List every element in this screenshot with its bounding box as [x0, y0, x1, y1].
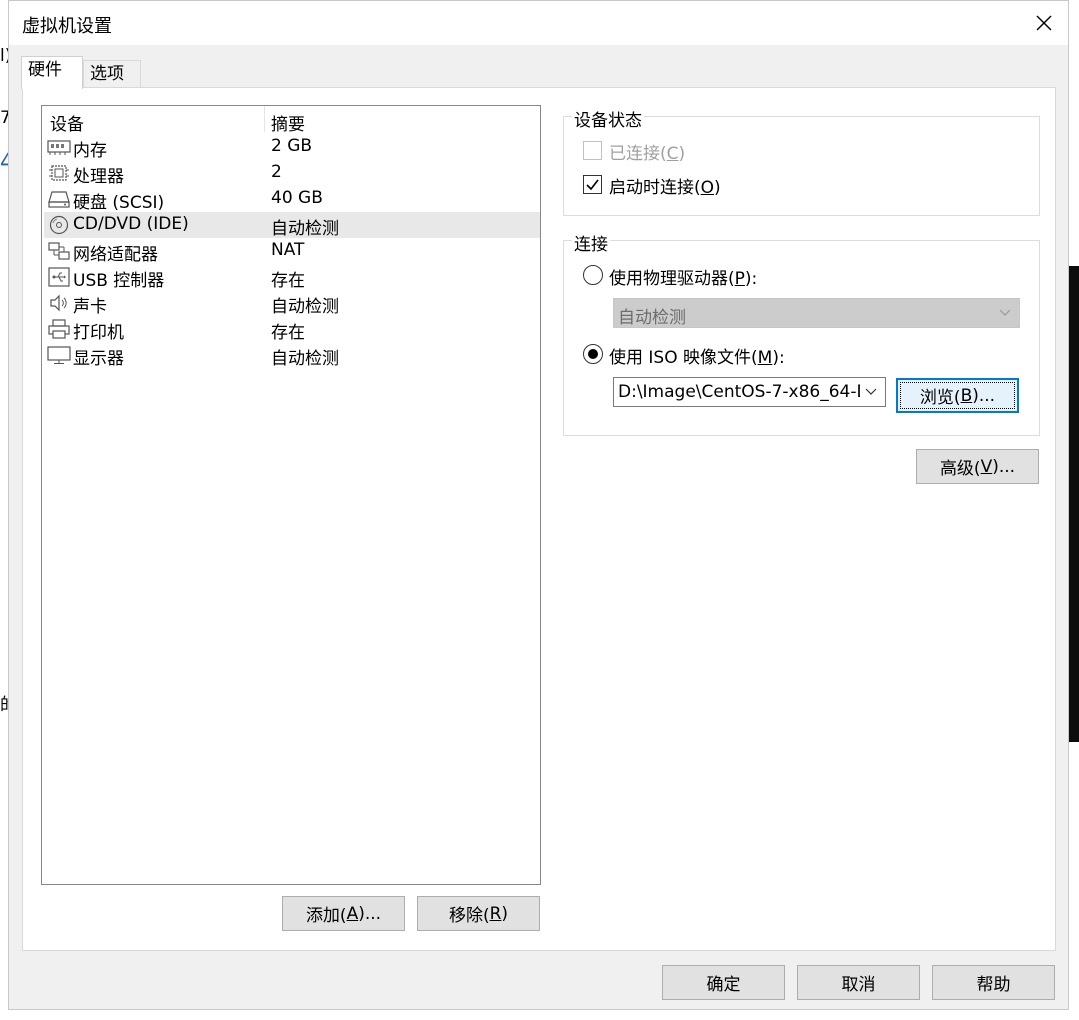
iso-path-value: D:\Image\CentOS-7-x86_64-DVD-2009.iso — [618, 382, 860, 402]
physical-drive-label: 使用物理驱动器(P): — [609, 269, 758, 289]
connected-label: 已连接(C) — [609, 144, 686, 164]
device-summary: 自动检测 — [271, 219, 339, 239]
device-name: 打印机 — [73, 323, 124, 343]
memory-icon — [47, 137, 71, 157]
device-list[interactable]: 设备 摘要 内存 2 GB 处理器 2 硬盘 (SCSI) 40 GB CD/D… — [41, 105, 541, 885]
device-row-printer[interactable]: 打印机 存在 — [44, 316, 540, 343]
network-adapter-icon — [47, 241, 71, 261]
device-row-memory[interactable]: 内存 2 GB — [44, 134, 540, 161]
browse-button[interactable]: 浏览(B)... — [896, 378, 1019, 413]
device-summary: 2 GB — [271, 136, 313, 156]
display-icon — [47, 345, 71, 365]
device-row-network-adapter[interactable]: 网络适配器 NAT — [44, 238, 540, 265]
close-button[interactable] — [1020, 1, 1068, 45]
printer-icon — [47, 319, 71, 339]
device-summary: 2 — [271, 162, 282, 182]
device-summary: 自动检测 — [271, 349, 339, 369]
physical-drive-radio[interactable] — [583, 265, 603, 285]
device-name: 网络适配器 — [73, 245, 158, 265]
iso-image-label: 使用 ISO 映像文件(M): — [609, 348, 785, 368]
connection-group: 连接 使用物理驱动器(P): 自动检测 使用 ISO 映像文件(M): D:\I… — [563, 230, 1040, 436]
device-name: 声卡 — [73, 297, 107, 317]
iso-path-combo[interactable]: D:\Image\CentOS-7-x86_64-DVD-2009.iso — [613, 377, 886, 407]
device-row-usb[interactable]: USB 控制器 存在 — [44, 264, 540, 291]
cancel-button[interactable]: 取消 — [797, 965, 920, 1000]
sound-card-icon — [47, 293, 71, 313]
connected-checkbox[interactable] — [583, 141, 602, 160]
device-status-title: 设备状态 — [572, 106, 644, 131]
device-name: 显示器 — [73, 349, 124, 369]
remove-button[interactable]: 移除(R) — [417, 896, 540, 931]
device-status-group: 设备状态 已连接(C) 启动时连接(O) — [563, 106, 1040, 216]
device-name: USB 控制器 — [73, 271, 165, 291]
hardware-panel: 设备 摘要 内存 2 GB 处理器 2 硬盘 (SCSI) 40 GB CD/D… — [22, 87, 1056, 951]
physical-drive-value: 自动检测 — [618, 308, 686, 328]
device-row-sound-card[interactable]: 声卡 自动检测 — [44, 290, 540, 317]
device-row-hard-disk[interactable]: 硬盘 (SCSI) 40 GB — [44, 186, 540, 213]
device-summary: NAT — [271, 240, 305, 260]
title-bar: 虚拟机设置 — [9, 1, 1068, 45]
advanced-button[interactable]: 高级(V)... — [916, 449, 1039, 484]
physical-drive-select[interactable]: 自动检测 — [613, 298, 1020, 328]
connection-title: 连接 — [572, 230, 610, 255]
tab-hardware[interactable]: 硬件 — [21, 56, 83, 89]
chevron-down-icon — [865, 388, 877, 395]
device-row-display[interactable]: 显示器 自动检测 — [44, 342, 540, 369]
device-name: CD/DVD (IDE) — [73, 214, 189, 234]
device-summary: 40 GB — [271, 188, 323, 208]
window-title: 虚拟机设置 — [22, 16, 112, 37]
device-name: 内存 — [73, 141, 107, 161]
device-row-processor[interactable]: 处理器 2 — [44, 160, 540, 187]
column-divider[interactable] — [264, 106, 265, 132]
help-button[interactable]: 帮助 — [932, 965, 1055, 1000]
list-header: 设备 摘要 — [42, 106, 540, 135]
hard-disk-icon — [47, 189, 71, 209]
chevron-down-icon — [999, 309, 1011, 316]
device-summary: 自动检测 — [271, 297, 339, 317]
close-icon — [1036, 15, 1052, 31]
cd-dvd-icon — [47, 215, 71, 235]
ok-button[interactable]: 确定 — [662, 965, 785, 1000]
vm-settings-dialog: 虚拟机设置 硬件 选项 设备 摘要 内存 2 GB 处理器 2 硬盘 (SCSI… — [8, 0, 1069, 1010]
device-summary: 存在 — [271, 323, 305, 343]
column-header-summary[interactable]: 摘要 — [271, 110, 305, 135]
device-name: 处理器 — [73, 167, 124, 187]
device-row-cd-dvd[interactable]: CD/DVD (IDE) 自动检测 — [44, 212, 540, 239]
device-summary: 存在 — [271, 271, 305, 291]
iso-image-radio[interactable] — [583, 344, 603, 364]
device-name: 硬盘 (SCSI) — [73, 193, 165, 213]
processor-icon — [47, 163, 71, 183]
connect-at-power-on-checkbox[interactable] — [583, 175, 602, 194]
tab-options[interactable]: 选项 — [83, 60, 141, 88]
connect-at-power-on-label: 启动时连接(O) — [609, 178, 721, 198]
checkmark-icon — [586, 179, 599, 191]
usb-icon — [47, 267, 71, 287]
column-header-device[interactable]: 设备 — [50, 110, 84, 135]
add-button[interactable]: 添加(A)... — [282, 896, 405, 931]
